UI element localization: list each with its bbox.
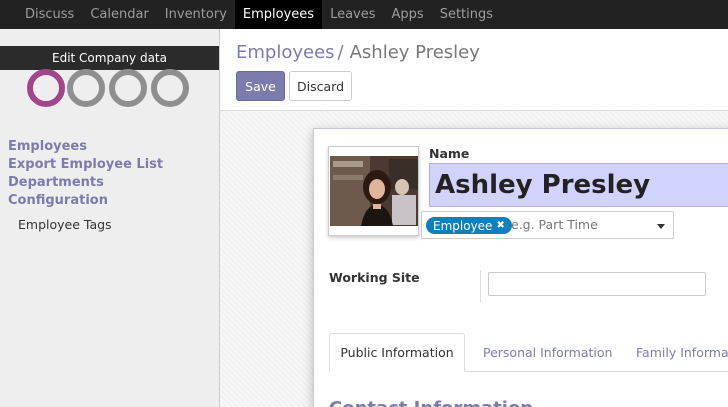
working-site-label: Working Site (329, 270, 420, 285)
sidebar-item-employee-tags[interactable]: Employee Tags (8, 216, 163, 234)
employee-photo[interactable] (328, 146, 419, 236)
contact-information-heading: Contact Information (329, 398, 533, 407)
employee-tags-field[interactable]: Employee ✖ e.g. Part Time (421, 211, 674, 239)
tags-dropdown-caret-icon[interactable] (657, 224, 665, 229)
discard-button[interactable]: Discard (289, 71, 352, 101)
working-site-select[interactable] (488, 272, 706, 296)
nav-settings[interactable]: Settings (432, 0, 501, 29)
tag-badge: Employee ✖ (426, 217, 512, 234)
control-panel: Employees / Ashley Presley Save Discard (220, 29, 728, 111)
name-input[interactable]: Ashley Presley (429, 163, 728, 207)
field-divider (480, 270, 481, 302)
tag-label: Employee (433, 218, 493, 233)
breadcrumb-parent-link[interactable]: Employees (236, 42, 335, 63)
nav-leaves[interactable]: Leaves (322, 0, 383, 29)
tab-public-information[interactable]: Public Information (329, 333, 465, 372)
employee-photo-image (329, 147, 418, 235)
nav-calendar[interactable]: Calendar (82, 0, 156, 29)
nav-inventory[interactable]: Inventory (157, 0, 235, 29)
top-navbar: Discuss Calendar Inventory Employees Lea… (0, 0, 728, 29)
tab-personal-information[interactable]: Personal Information (483, 333, 612, 372)
breadcrumb-current: Ashley Presley (349, 42, 480, 63)
sidebar-item-export-employee-list[interactable]: Export Employee List (8, 156, 163, 174)
remove-tag-icon[interactable]: ✖ (496, 220, 504, 231)
odoo-logo-icon (27, 69, 189, 107)
sidebar: Edit Company data Employees Export Emplo… (0, 29, 220, 407)
nav-employees[interactable]: Employees (234, 0, 323, 29)
odoo-logo[interactable] (26, 69, 196, 109)
name-label: Name (429, 146, 470, 161)
save-button[interactable]: Save (236, 71, 285, 101)
nav-apps[interactable]: Apps (384, 0, 432, 29)
breadcrumb: Employees / Ashley Presley (236, 42, 480, 63)
sidebar-menu: Employees Export Employee List Departmen… (8, 138, 163, 234)
nav-discuss[interactable]: Discuss (0, 0, 82, 29)
sidebar-item-departments[interactable]: Departments (8, 174, 163, 192)
tags-placeholder: e.g. Part Time (511, 217, 598, 232)
edit-company-button[interactable]: Edit Company data (0, 46, 219, 70)
sidebar-item-configuration[interactable]: Configuration (8, 192, 163, 210)
tab-family-information[interactable]: Family Information (636, 333, 728, 372)
breadcrumb-separator: / (337, 42, 344, 63)
sidebar-item-employees[interactable]: Employees (8, 138, 163, 156)
